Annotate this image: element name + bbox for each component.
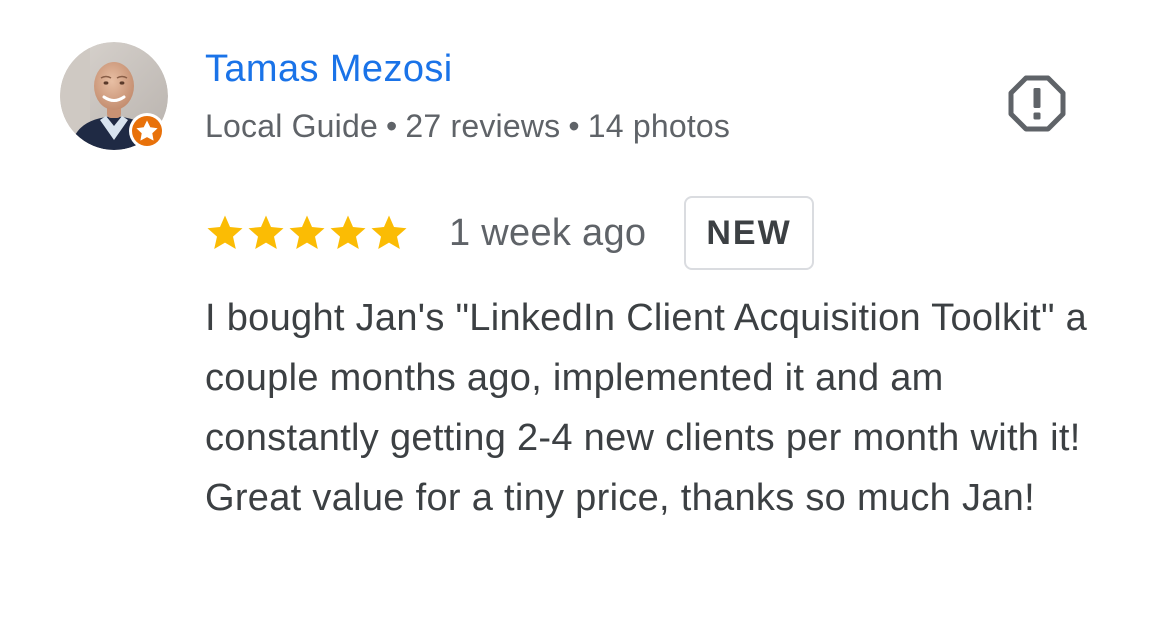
rating-row: 1 week ago NEW (205, 196, 814, 270)
report-octagon-icon (1008, 75, 1066, 132)
star-icon (248, 215, 284, 249)
report-review-button[interactable] (1006, 72, 1068, 134)
reviewer-name-link[interactable]: Tamas Mezosi (205, 46, 453, 92)
star-icon (330, 215, 366, 249)
review-text: I bought Jan's "LinkedIn Client Acquisit… (205, 297, 1088, 519)
reviewer-avatar[interactable] (60, 42, 168, 150)
review-card: Tamas Mezosi Local Guide • 27 reviews • 14 p… (0, 0, 1170, 641)
star-icon (207, 215, 243, 249)
star-icon (371, 215, 407, 249)
star-icon (289, 215, 325, 249)
star-rating (205, 213, 409, 253)
review-count: 27 reviews (405, 108, 561, 144)
meta-separator: • (385, 108, 398, 144)
reviewer-role: Local Guide (205, 108, 378, 144)
photo-count: 14 photos (587, 108, 731, 144)
meta-separator: • (568, 108, 580, 144)
review-date: 1 week ago (449, 212, 647, 254)
local-guide-star-icon (129, 113, 165, 149)
reviewer-meta: Local Guide • 27 reviews • 14 photos (205, 104, 730, 148)
new-badge: NEW (684, 196, 814, 270)
